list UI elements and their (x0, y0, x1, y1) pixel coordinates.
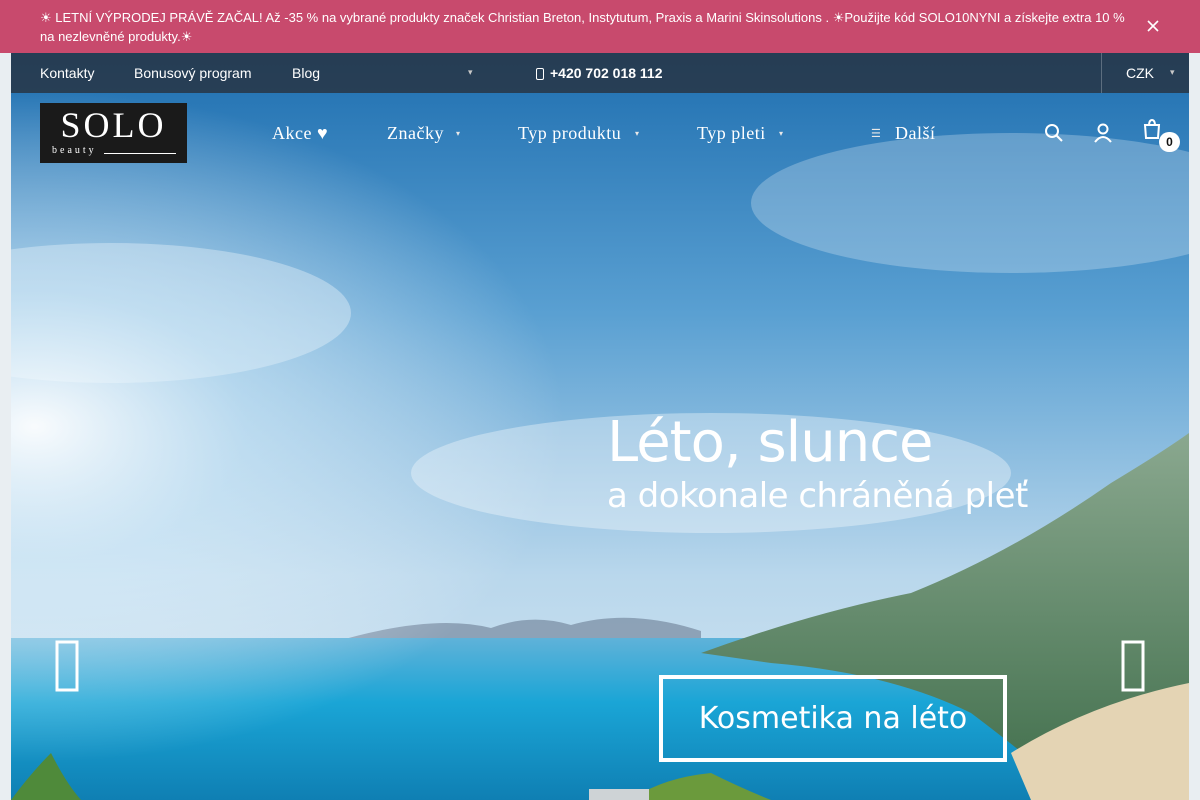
top-utility-bar: Kontakty Bonusový program Blog ▾ +420 70… (11, 53, 1189, 93)
announcement-text: ☀ LETNÍ VÝPRODEJ PRÁVĚ ZAČAL! Až -35 % n… (40, 10, 1125, 44)
close-icon[interactable] (1144, 17, 1162, 35)
currency-selector[interactable]: CZK (1126, 65, 1154, 81)
logo-subtitle: beauty (52, 145, 97, 156)
chevron-left-icon[interactable] (55, 640, 81, 692)
phone-link[interactable]: +420 702 018 112 (536, 65, 663, 81)
hero-cta-button[interactable]: Kosmetika na léto (659, 675, 1007, 762)
nav-akce[interactable]: Akce ♥ (272, 123, 328, 144)
nav-znacky[interactable]: Značky (387, 123, 444, 144)
logo-wordmark: SOLO (60, 105, 167, 145)
hero-image (11, 53, 1189, 800)
nav-more[interactable]: Další (895, 123, 936, 144)
hero-title: Léto, slunce (607, 410, 933, 475)
nav-typ-produktu[interactable]: Typ produktu (518, 123, 621, 144)
link-kontakty[interactable]: Kontakty (40, 65, 94, 81)
search-icon[interactable] (1044, 122, 1064, 144)
logo-flourish (104, 153, 176, 154)
divider (1101, 53, 1102, 93)
hero-slider (11, 53, 1189, 800)
hero-subtitle: a dokonale chráněná pleť (607, 476, 1028, 516)
announcement-bar: ☀ LETNÍ VÝPRODEJ PRÁVĚ ZAČAL! Až -35 % n… (0, 0, 1200, 53)
link-blog[interactable]: Blog (292, 65, 320, 81)
logo[interactable]: SOLO beauty (40, 103, 187, 163)
menu-icon: ☰ (871, 128, 881, 140)
nav-typ-pleti[interactable]: Typ pleti (697, 123, 766, 144)
chevron-down-icon: ▾ (779, 129, 784, 138)
user-icon[interactable] (1093, 122, 1113, 144)
link-bonusovy-program[interactable]: Bonusový program (134, 65, 252, 81)
cart-count-badge: 0 (1159, 132, 1180, 152)
chevron-right-icon[interactable] (1121, 640, 1147, 692)
chevron-down-icon: ▾ (1170, 67, 1175, 77)
chevron-down-icon: ▾ (456, 129, 461, 138)
chevron-down-icon: ▾ (635, 129, 640, 138)
more-links-chevron-icon[interactable]: ▾ (468, 67, 473, 78)
phone-number: +420 702 018 112 (550, 65, 663, 81)
phone-icon (536, 68, 544, 80)
